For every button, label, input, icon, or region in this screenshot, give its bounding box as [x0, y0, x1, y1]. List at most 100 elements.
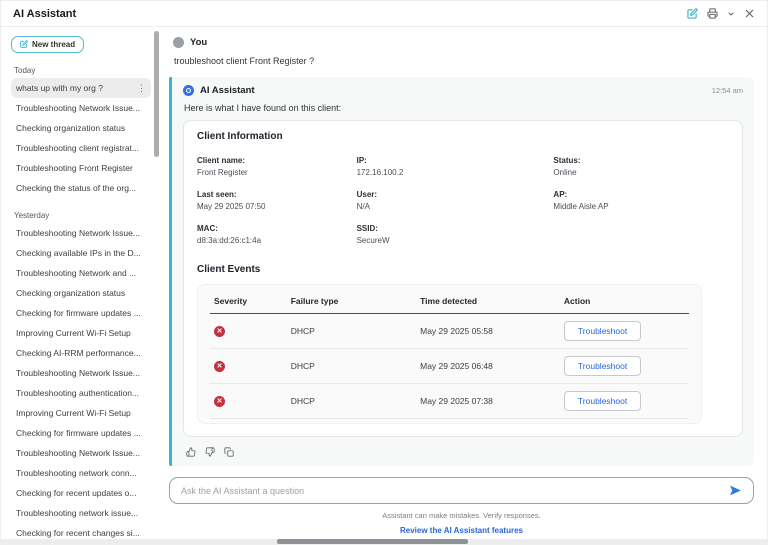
- sidebar-thread-item[interactable]: Improving Current Wi-Fi Setup: [11, 323, 151, 343]
- ai-assistant-window: AI Assistant New thread Today whats up wi…: [0, 0, 768, 545]
- time-detected-cell: May 29 2025 07:38: [416, 384, 560, 419]
- client-info-label: IP:: [357, 156, 554, 165]
- error-icon: ✕: [214, 396, 225, 407]
- user-message: You troubleshoot client Front Register ?: [169, 35, 754, 77]
- events-column-header: Failure type: [287, 287, 416, 314]
- new-thread-label: New thread: [32, 40, 75, 49]
- sidebar-thread-item[interactable]: Troubleshooting Front Register: [11, 158, 151, 178]
- client-info-label: Client name:: [197, 156, 357, 165]
- client-info-label: Status:: [553, 156, 729, 165]
- copy-icon[interactable]: [224, 447, 234, 457]
- edit-icon: [20, 40, 28, 48]
- client-info-field: IP:172.16.100.2: [357, 156, 554, 177]
- thread-item-label: Checking for firmware updates ...: [16, 308, 146, 318]
- message-timestamp: 12:54 am: [712, 86, 743, 95]
- thread-item-label: Troubleshooting authentication...: [16, 388, 146, 398]
- thumbs-up-icon[interactable]: [186, 447, 196, 457]
- sidebar-thread-item[interactable]: Troubleshooting network conn...: [11, 463, 151, 483]
- header-icons: [687, 8, 755, 19]
- new-chat-icon[interactable]: [687, 8, 698, 19]
- client-info-value: Online: [553, 168, 729, 177]
- chevron-down-icon[interactable]: [727, 10, 735, 18]
- client-events-table: SeverityFailure typeTime detectedAction …: [210, 287, 689, 419]
- thread-item-label: Checking for recent changes si...: [16, 528, 146, 538]
- sidebar-sections: Today whats up with my org ?⋮ Troubleshoot…: [11, 66, 151, 541]
- print-icon[interactable]: [707, 8, 718, 19]
- severity-cell: ✕: [210, 384, 287, 419]
- thread-item-label: Troubleshooting Network Issue...: [16, 103, 146, 113]
- thread-item-label: Checking the status of the org...: [16, 183, 146, 193]
- sidebar-thread-item[interactable]: Troubleshooting Network Issue...: [11, 363, 151, 383]
- send-icon[interactable]: [729, 484, 742, 497]
- question-input[interactable]: [181, 486, 729, 496]
- sidebar-thread-item[interactable]: Troubleshooting client registrat...: [11, 138, 151, 158]
- horizontal-scrollbar-thumb[interactable]: [277, 539, 469, 544]
- events-column-header: Action: [560, 287, 689, 314]
- sidebar-thread-item[interactable]: Checking organization status: [11, 118, 151, 138]
- client-info-field: AP: Middle Aisle AP: [553, 190, 729, 211]
- events-column-header: Time detected: [416, 287, 560, 314]
- troubleshoot-button[interactable]: Troubleshoot: [564, 356, 641, 376]
- thread-item-label: Troubleshooting client registrat...: [16, 143, 146, 153]
- sidebar-thread-item[interactable]: Checking for recent updates o...: [11, 483, 151, 503]
- review-features-link[interactable]: Review the AI Assistant features: [400, 526, 523, 535]
- failure-type-cell: DHCP: [287, 349, 416, 384]
- new-thread-button[interactable]: New thread: [11, 36, 84, 53]
- sidebar-thread-item[interactable]: Checking for firmware updates ...: [11, 423, 151, 443]
- client-info-field: User:N/A: [357, 190, 554, 211]
- client-info-label: AP:: [553, 190, 729, 199]
- thread-item-label: Troubleshooting Network and ...: [16, 268, 146, 278]
- severity-cell: ✕: [210, 349, 287, 384]
- sidebar-thread-item[interactable]: Troubleshooting authentication...: [11, 383, 151, 403]
- sidebar-thread-item[interactable]: Checking AI-RRM performance...: [11, 343, 151, 363]
- client-info-field: Last seen:May 29 2025 07:50: [197, 190, 357, 211]
- kebab-menu-icon[interactable]: ⋮: [133, 83, 146, 94]
- sidebar-thread-item[interactable]: Checking the status of the org...: [11, 178, 151, 198]
- sidebar-thread-item[interactable]: Troubleshooting Network Issue...: [11, 443, 151, 463]
- client-info-field: Client name: Front Register: [197, 156, 357, 177]
- footer: Assistant can make mistakes. Verify resp…: [169, 504, 754, 538]
- sidebar-thread-item[interactable]: Troubleshooting network issue...: [11, 503, 151, 523]
- disclaimer-text: Assistant can make mistakes. Verify resp…: [169, 511, 754, 520]
- client-details-card: Client Information Client name:Front Reg…: [183, 120, 743, 437]
- close-icon[interactable]: [744, 8, 755, 19]
- client-info-field: MAC: d8:3a:dd:26:c1:4a: [197, 224, 357, 245]
- sidebar-thread-item[interactable]: Troubleshooting Network Issue...: [11, 223, 151, 243]
- thread-item-label: Checking organization status: [16, 123, 146, 133]
- thread-item-label: Improving Current Wi-Fi Setup: [16, 408, 146, 418]
- sidebar-thread-item[interactable]: Checking for firmware updates ...: [11, 303, 151, 323]
- client-info-value: d8:3a:dd:26:c1:4a: [197, 236, 357, 245]
- assistant-name: AI Assistant: [200, 85, 255, 96]
- client-info-label: MAC:: [197, 224, 357, 233]
- sidebar-thread-item[interactable]: Troubleshooting Network and ...: [11, 263, 151, 283]
- sidebar-section-label: Today: [14, 66, 151, 75]
- client-info-value: Front Register: [197, 168, 357, 177]
- thread-item-label: Troubleshooting network conn...: [16, 468, 146, 478]
- chat-main: You troubleshoot client Front Register ?…: [163, 27, 767, 541]
- troubleshoot-button[interactable]: Troubleshoot: [564, 321, 641, 341]
- client-info-grid: Client name: Front RegisterIP:172.16.100.…: [197, 156, 729, 245]
- client-info-value: Middle Aisle AP: [553, 202, 729, 211]
- events-table-row: ✕DHCPMay 29 2025 05:58Troubleshoot: [210, 314, 689, 349]
- client-events-title: Client Events: [197, 264, 729, 275]
- thumbs-down-icon[interactable]: [205, 447, 215, 457]
- sidebar-thread-item[interactable]: Improving Current Wi-Fi Setup: [11, 403, 151, 423]
- client-info-field: SSID:SecureW: [357, 224, 554, 245]
- sidebar-section-label: Yesterday: [14, 211, 151, 220]
- sidebar-thread-item[interactable]: Troubleshooting Network Issue...: [11, 98, 151, 118]
- events-column-header: Severity: [210, 287, 287, 314]
- events-tbody: ✕DHCPMay 29 2025 05:58Troubleshoot✕DHCPM…: [210, 314, 689, 419]
- events-header-row: SeverityFailure typeTime detectedAction: [210, 287, 689, 314]
- user-message-text: troubleshoot client Front Register ?: [174, 56, 750, 66]
- events-table-row: ✕DHCPMay 29 2025 07:38Troubleshoot: [210, 384, 689, 419]
- client-info-value: SecureW: [357, 236, 554, 245]
- client-events-panel: SeverityFailure typeTime detectedAction …: [197, 284, 702, 424]
- sidebar-thread-item[interactable]: whats up with my org ?⋮: [11, 78, 151, 98]
- thread-item-label: Checking for firmware updates ...: [16, 428, 146, 438]
- sidebar-thread-item[interactable]: Checking available IPs in the D...: [11, 243, 151, 263]
- troubleshoot-button[interactable]: Troubleshoot: [564, 391, 641, 411]
- action-cell: Troubleshoot: [560, 384, 689, 419]
- horizontal-scrollbar[interactable]: [1, 539, 767, 544]
- sidebar-thread-item[interactable]: Checking organization status: [11, 283, 151, 303]
- sidebar-scrollbar[interactable]: [154, 31, 159, 157]
